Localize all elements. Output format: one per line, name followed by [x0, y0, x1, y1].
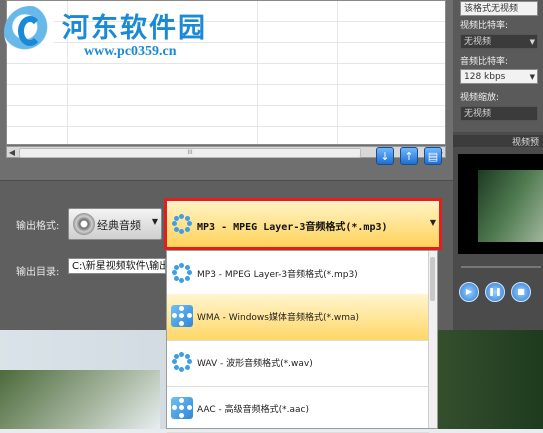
- play-icon[interactable]: ▶: [459, 282, 479, 302]
- arrow-up-icon[interactable]: ↑: [400, 147, 418, 165]
- chevron-down-icon: ▼: [529, 73, 535, 81]
- arrow-down-icon[interactable]: ↓: [376, 147, 394, 165]
- chevron-down-icon: ▼: [429, 218, 436, 227]
- video-bitrate-select[interactable]: 无视频 ▼: [460, 34, 538, 49]
- snowflake-icon: [171, 351, 193, 373]
- output-dir-field[interactable]: C:\新星视频软件\输出: [68, 258, 166, 274]
- preview-seek-slider[interactable]: [461, 266, 541, 268]
- edit-icon[interactable]: ▤: [424, 147, 442, 165]
- audio-bitrate-select[interactable]: 128 kbps ▼: [460, 69, 538, 84]
- format-option-label: WMA - Windows媒体音频格式(*.wma): [197, 313, 359, 323]
- video-scale-value: 无视频: [464, 109, 492, 119]
- dropdown-scrollbar[interactable]: [428, 251, 437, 428]
- watermark-url: www.pc0359.cn: [84, 44, 177, 59]
- snowflake-icon: [171, 397, 193, 419]
- pause-icon[interactable]: ❚❚: [485, 282, 505, 302]
- preview-panel: 视频预 ▶ ❚❚ ■: [453, 132, 543, 330]
- format-option-label: WAV - 波形音频格式(*.wav): [197, 359, 313, 369]
- stop-icon[interactable]: ■: [511, 282, 531, 302]
- scrollbar-thumb[interactable]: III: [19, 148, 361, 158]
- snowflake-icon: [171, 305, 193, 327]
- scroll-left-icon[interactable]: ◀: [7, 148, 17, 157]
- chevron-down-icon: ▼: [529, 38, 535, 46]
- audio-type-label: 经典音频: [97, 219, 141, 232]
- format-option-mp3[interactable]: MP3 - MPEG Layer-3音频格式(*.mp3): [167, 251, 429, 298]
- settings-panel: 该格式无视频 视频比特率: 无视频 ▼ 音频比特率: 128 kbps ▼ 视频…: [453, 0, 543, 132]
- output-dir-label: 输出目录:: [16, 267, 60, 278]
- audio-bitrate-value: 128 kbps: [464, 72, 506, 82]
- snowflake-icon: [171, 262, 193, 284]
- preview-screen: [458, 154, 543, 254]
- background-photo-left: [0, 370, 160, 429]
- format-info-field[interactable]: 该格式无视频: [460, 1, 538, 16]
- format-option-label: MP3 - MPEG Layer-3音频格式(*.mp3): [197, 270, 358, 280]
- snowflake-icon: [171, 213, 193, 235]
- format-option-label: AAC - 高级音频格式(*.aac): [197, 405, 310, 415]
- video-bitrate-label: 视频比特率:: [460, 21, 509, 31]
- output-format-label: 输出格式:: [16, 221, 60, 232]
- preview-title: 视频预: [453, 135, 543, 148]
- format-option-wma[interactable]: WMA - Windows媒体音频格式(*.wma): [167, 294, 429, 341]
- format-selected-label: MP3 - MPEG Layer-3音频格式(*.mp3): [197, 222, 388, 233]
- video-scale-select[interactable]: 无视频: [460, 106, 538, 121]
- cd-disc-icon: [73, 213, 95, 235]
- watermark-logo: [4, 6, 56, 58]
- watermark-site-name: 河东软件园: [62, 13, 207, 44]
- scroll-grip: III: [187, 149, 193, 156]
- preview-image: [478, 170, 543, 242]
- format-option-wav[interactable]: WAV - 波形音频格式(*.wav): [167, 340, 429, 387]
- audio-bitrate-label: 音频比特率:: [460, 57, 509, 67]
- format-dropdown-list[interactable]: MP3 - MPEG Layer-3音频格式(*.mp3) WMA - Wind…: [166, 250, 438, 433]
- format-info-value: 该格式无视频: [464, 4, 519, 14]
- video-bitrate-value: 无视频: [464, 37, 492, 47]
- audio-type-select[interactable]: 经典音频 ▼: [68, 208, 162, 240]
- chevron-down-icon: ▼: [151, 217, 158, 226]
- dropdown-scrollbar-thumb[interactable]: [430, 257, 435, 301]
- format-select[interactable]: MP3 - MPEG Layer-3音频格式(*.mp3) ▼: [164, 198, 442, 250]
- format-option-aac[interactable]: AAC - 高级音频格式(*.aac): [167, 386, 429, 433]
- video-scale-label: 视频缩放:: [460, 93, 500, 103]
